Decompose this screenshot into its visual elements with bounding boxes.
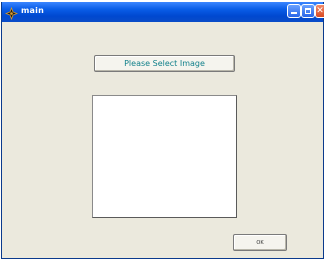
close-icon: ✕ bbox=[316, 5, 324, 16]
ok-button[interactable]: OK bbox=[233, 234, 287, 251]
maximize-button[interactable] bbox=[301, 4, 315, 18]
title-bar[interactable]: main ✕ bbox=[2, 2, 324, 22]
window-title: main bbox=[21, 6, 44, 15]
maximize-icon bbox=[305, 8, 311, 14]
minimize-button[interactable] bbox=[287, 4, 301, 18]
image-display-area bbox=[92, 95, 237, 218]
matlab-figure-icon bbox=[4, 5, 19, 21]
app-window: main ✕ Please Select Image OK bbox=[1, 2, 324, 259]
select-image-button[interactable]: Please Select Image bbox=[94, 55, 235, 72]
minimize-icon bbox=[291, 12, 297, 14]
close-button[interactable]: ✕ bbox=[315, 4, 324, 18]
